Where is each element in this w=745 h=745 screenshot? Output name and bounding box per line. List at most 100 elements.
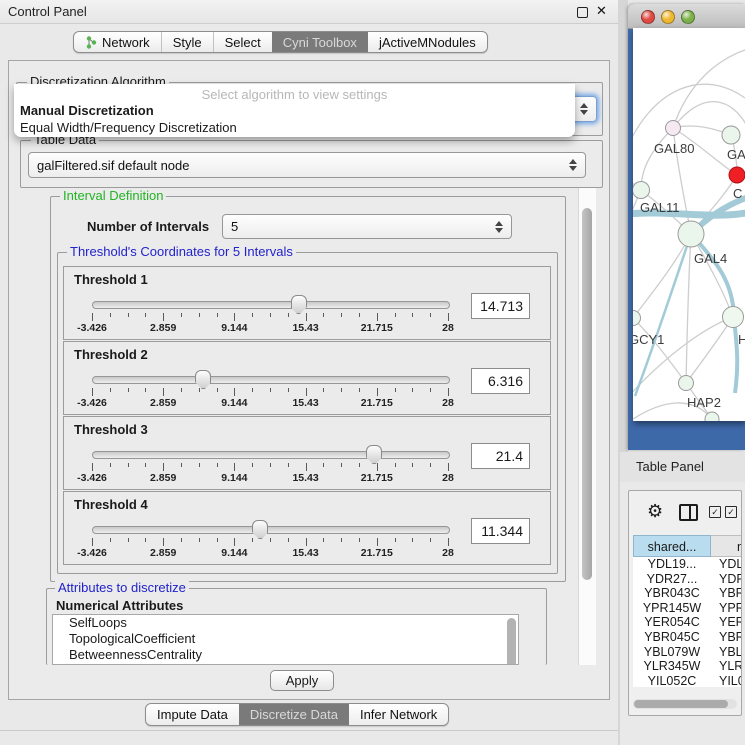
table-row[interactable]: YLR345WYLR3 — [633, 659, 741, 674]
table-cell[interactable]: YDL1 — [711, 557, 741, 572]
attribute-item[interactable]: TopologicalCoefficient — [53, 631, 518, 647]
slider-tick — [199, 538, 200, 542]
scrollbar-thumb[interactable] — [634, 700, 728, 708]
network-icon — [85, 36, 97, 49]
tab-discretize-data[interactable]: Discretize Data — [239, 704, 349, 725]
table-cell[interactable]: YBL079W — [633, 645, 711, 660]
table-cell[interactable]: YPR145W — [633, 601, 711, 616]
close-icon[interactable]: ✕ — [596, 3, 607, 19]
numerical-attributes-list[interactable]: SelfLoopsTopologicalCoefficientBetweenne… — [52, 614, 519, 665]
table-cell[interactable]: YDR2 — [711, 572, 741, 587]
checkbox-icon[interactable]: ✓ — [709, 506, 721, 518]
slider-thumb[interactable] — [252, 520, 268, 539]
network-node[interactable] — [633, 182, 650, 199]
network-node[interactable] — [729, 167, 745, 183]
slider-track[interactable] — [92, 526, 450, 534]
tab-network[interactable]: Network — [74, 32, 161, 52]
gear-icon[interactable]: ⚙ — [647, 501, 663, 522]
dropdown-item-equal-width[interactable]: Equal Width/Frequency Discretization — [20, 120, 237, 137]
table-row[interactable]: YBR043CYBR0 — [633, 586, 741, 601]
table-row[interactable]: YER054CYER0 — [633, 615, 741, 630]
slider-tick — [252, 463, 253, 467]
tab-infer-network[interactable]: Infer Network — [349, 704, 448, 725]
zoom-traffic-light-icon[interactable] — [681, 10, 695, 24]
table-row[interactable]: YBL079WYBL0 — [633, 645, 741, 660]
table-hscrollbar[interactable] — [633, 699, 737, 709]
table-cell[interactable]: YER0 — [711, 615, 741, 630]
tab-label: Impute Data — [157, 707, 228, 722]
column-header-name[interactable]: na — [711, 535, 741, 557]
table-data-combobox[interactable]: galFiltered.sif default node — [28, 152, 586, 178]
table-cell[interactable]: YBR045C — [633, 630, 711, 645]
network-node[interactable] — [666, 121, 681, 136]
table-cell[interactable]: YIL0 — [711, 674, 741, 687]
table-cell[interactable]: YIL052C — [633, 674, 711, 687]
slider-tick — [306, 388, 307, 396]
combo-arrows-icon — [569, 159, 577, 171]
threshold-value-field[interactable]: 6.316 — [471, 368, 530, 394]
table-row[interactable]: YDL19...YDL1 — [633, 557, 741, 572]
apply-button[interactable]: Apply — [270, 670, 334, 691]
slider-tick — [430, 313, 431, 317]
table-cell[interactable]: YLR3 — [711, 659, 741, 674]
dropdown-item-manual-discretization[interactable]: Manual Discretization — [20, 103, 154, 120]
number-of-intervals-combobox[interactable]: 5 — [222, 214, 512, 239]
slider-track[interactable] — [92, 376, 450, 384]
slider-scale: -3.4262.8599.14415.4321.71528 — [92, 322, 448, 334]
table-cell[interactable]: YBR043C — [633, 586, 711, 601]
network-canvas[interactable]: GAL80GACGAL11GAL4GCY1HHAP2 — [633, 28, 745, 421]
threshold-value-field[interactable]: 14.713 — [471, 293, 530, 319]
network-window-titlebar[interactable] — [628, 4, 745, 29]
table-cell[interactable]: YBL0 — [711, 645, 741, 660]
group-title: Attributes to discretize — [55, 580, 189, 595]
tab-select[interactable]: Select — [213, 32, 272, 52]
slider-track[interactable] — [92, 301, 450, 309]
tab-style[interactable]: Style — [161, 32, 213, 52]
column-header-shared-name[interactable]: shared... — [633, 535, 711, 557]
tab-cyni-toolbox[interactable]: Cyni Toolbox — [272, 32, 368, 52]
table-cell[interactable]: YDL19... — [633, 557, 711, 572]
network-node-label: GAL80 — [654, 141, 694, 156]
slider-tick — [412, 313, 413, 317]
slider-tick — [395, 388, 396, 392]
attribute-item[interactable]: SelfLoops — [53, 615, 518, 631]
network-node-label: GA — [727, 147, 745, 162]
slider-thumb[interactable] — [291, 295, 307, 314]
table-cell[interactable]: YPR1 — [711, 601, 741, 616]
threshold-value-field[interactable]: 11.344 — [471, 518, 530, 544]
network-node[interactable] — [722, 126, 740, 144]
table-cell[interactable]: YDR27... — [633, 572, 711, 587]
network-node[interactable] — [679, 376, 694, 391]
table-row[interactable]: YIL052CYIL0 — [633, 674, 741, 687]
network-node[interactable] — [705, 412, 719, 421]
network-node[interactable] — [723, 307, 744, 328]
attribute-item[interactable]: BetweennessCentrality — [53, 647, 518, 663]
table-cell[interactable]: YBR0 — [711, 586, 741, 601]
slider-tick — [181, 538, 182, 542]
settings-scrollbar[interactable] — [578, 188, 596, 665]
table-row[interactable]: YBR045CYBR0 — [633, 630, 741, 645]
threshold-label: Threshold 1 — [74, 272, 148, 287]
network-node-label: H — [738, 332, 745, 347]
float-icon[interactable] — [577, 7, 588, 18]
tab-jactivemnodules[interactable]: jActiveMNodules — [368, 32, 487, 52]
threshold-value-field[interactable]: 21.4 — [471, 443, 530, 469]
checkbox-icon[interactable]: ✓ — [725, 506, 737, 518]
tab-impute-data[interactable]: Impute Data — [146, 704, 239, 725]
table-row[interactable]: YPR145WYPR1 — [633, 601, 741, 616]
slider-thumb[interactable] — [366, 445, 382, 464]
table-cell[interactable]: YBR0 — [711, 630, 741, 645]
network-node[interactable] — [633, 311, 641, 326]
slider-thumb[interactable] — [195, 370, 211, 389]
table-cell[interactable]: YER054C — [633, 615, 711, 630]
minimize-traffic-light-icon[interactable] — [661, 10, 675, 24]
network-edge — [673, 102, 745, 128]
list-scrollbar[interactable] — [507, 618, 516, 665]
slider-track[interactable] — [92, 451, 450, 459]
scrollbar-thumb[interactable] — [582, 208, 592, 580]
table-cell[interactable]: YLR345W — [633, 659, 711, 674]
close-traffic-light-icon[interactable] — [641, 10, 655, 24]
columns-icon[interactable] — [679, 504, 698, 521]
table-row[interactable]: YDR27...YDR2 — [633, 572, 741, 587]
network-node[interactable] — [678, 221, 704, 247]
